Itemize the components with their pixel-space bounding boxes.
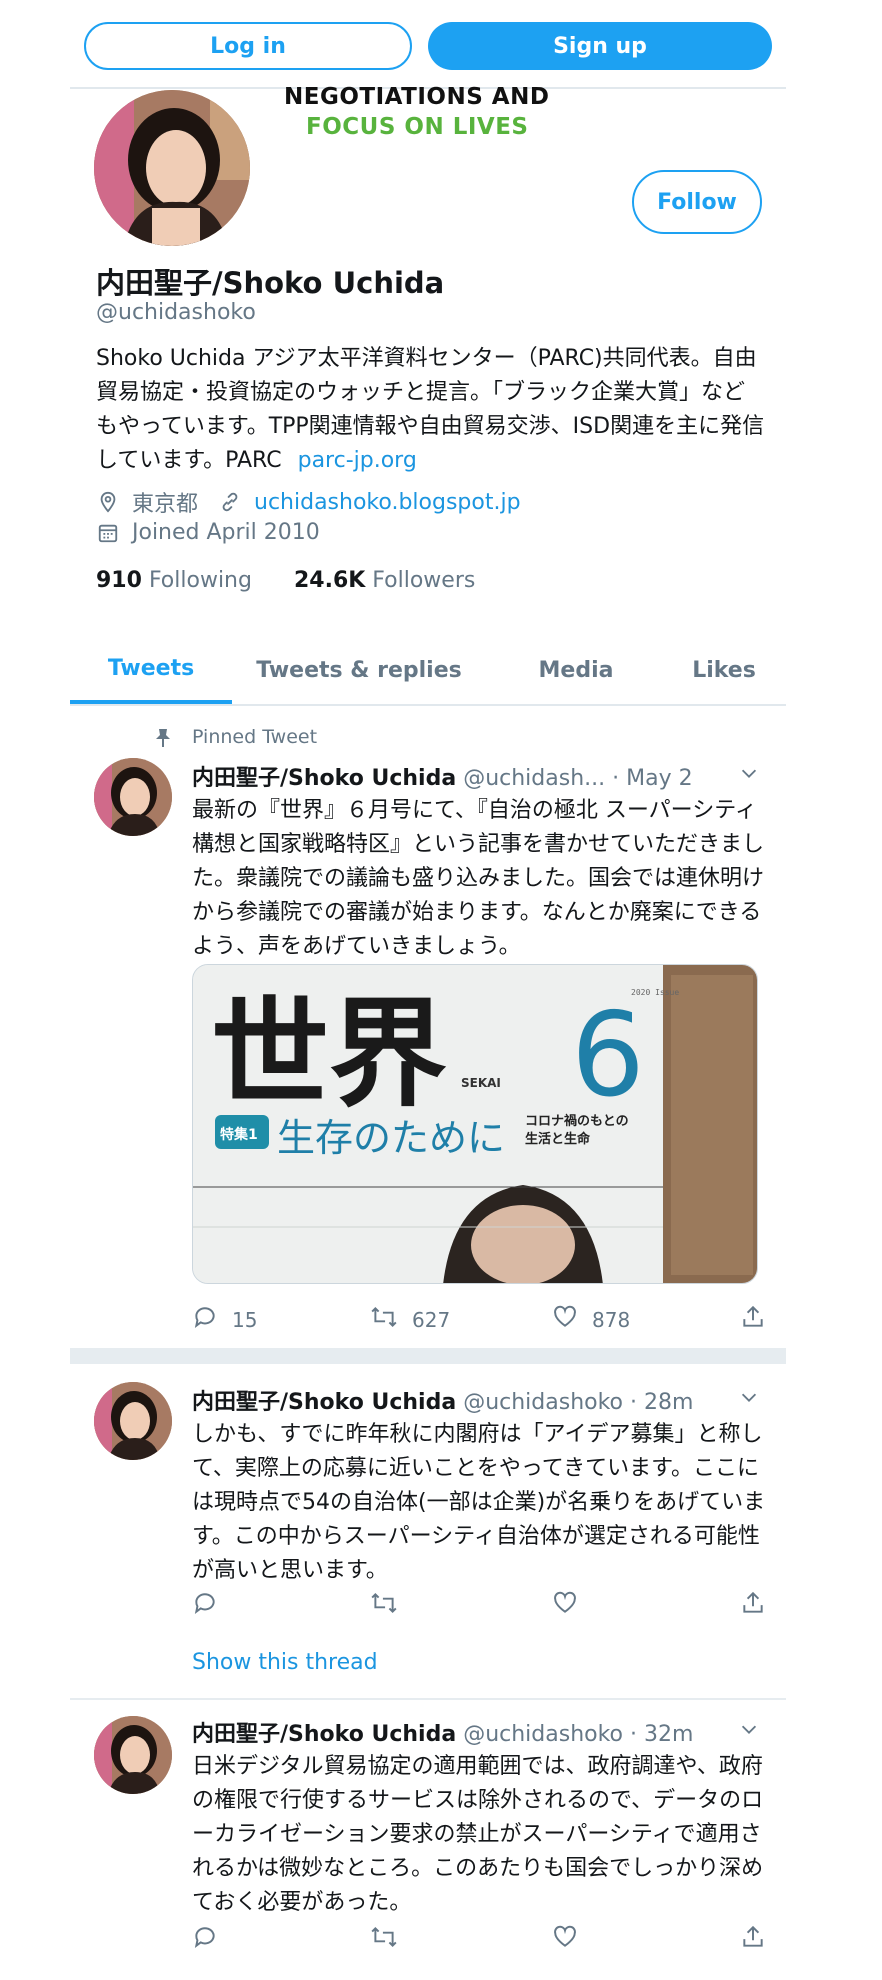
retweet-icon xyxy=(370,1304,412,1335)
profile-joined: Joined April 2010 xyxy=(132,520,320,545)
tweet-avatar[interactable] xyxy=(94,1382,172,1460)
like-button[interactable] xyxy=(552,1590,592,1621)
profile-avatar[interactable] xyxy=(94,90,250,246)
tweet-avatar[interactable] xyxy=(94,1716,172,1794)
calendar-icon xyxy=(96,521,120,545)
follow-button[interactable]: Follow xyxy=(632,170,762,234)
feature-badge: 特集1 xyxy=(220,1126,258,1143)
profile-name: 内田聖子/Shoko Uchida xyxy=(96,266,445,300)
reply-icon xyxy=(192,1590,232,1621)
login-button[interactable]: Log in xyxy=(84,22,412,70)
tweet-actions xyxy=(192,1590,772,1620)
retweet-button[interactable] xyxy=(370,1590,412,1621)
following-count: 910 xyxy=(96,568,142,593)
retweet-count: 627 xyxy=(412,1307,451,1332)
profile-tabs: Tweets Tweets & replies Media Likes xyxy=(70,636,786,706)
like-button[interactable] xyxy=(552,1924,592,1955)
like-icon xyxy=(552,1924,592,1955)
following-label: Following xyxy=(148,568,252,593)
tweet-media-image[interactable]: 2020 Issue 世界 6 SEKAI 特集1 生存のために コロナ禍のもと… xyxy=(192,964,758,1284)
tweet-actions: 15 627 878 xyxy=(192,1304,772,1334)
tweet-author-name[interactable]: 内田聖子/Shoko Uchida xyxy=(192,1390,456,1415)
followers-link[interactable]: 24.6K Followers xyxy=(294,568,475,593)
tweet-time[interactable]: · May 2 xyxy=(612,766,692,791)
magazine-title: 世界 xyxy=(211,984,447,1123)
tweet-author-handle: @uchidashoko xyxy=(463,1722,624,1747)
like-count: 878 xyxy=(592,1307,631,1332)
chevron-down-icon[interactable] xyxy=(738,762,762,786)
tweet-time[interactable]: · 28m xyxy=(630,1390,693,1415)
tweet-text: しかも、すでに昨年秋に内閣府は「アイデア募集」と称して、実際上の応募に近いことを… xyxy=(192,1422,766,1583)
like-button[interactable]: 878 xyxy=(552,1304,630,1335)
retweet-button[interactable]: 627 xyxy=(370,1304,450,1335)
tab-tweets[interactable]: Tweets xyxy=(70,636,232,704)
location-icon xyxy=(96,490,120,514)
tweet-author-handle: @uchidashoko xyxy=(463,1390,624,1415)
bio-link[interactable]: parc-jp.org xyxy=(298,448,417,473)
banner-text-line2: FOCUS ON LIVES xyxy=(306,114,529,140)
share-button[interactable] xyxy=(740,1590,780,1621)
tweet-header: 内田聖子/Shoko Uchida @uchidash... · May 2 xyxy=(192,760,693,792)
profile-website-link[interactable]: uchidashoko.blogspot.jp xyxy=(254,490,521,515)
auth-bar: Log in Sign up xyxy=(70,0,786,89)
retweet-button[interactable] xyxy=(370,1924,412,1955)
tweet-text: 最新の『世界』６月号にて、『自治の極北 スーパーシティ構想と国家戦略特区』という… xyxy=(192,798,765,959)
reply-button[interactable]: 15 xyxy=(192,1304,257,1335)
followers-label: Followers xyxy=(372,568,476,593)
link-icon xyxy=(218,490,242,514)
signup-button[interactable]: Sign up xyxy=(428,22,772,70)
profile-location: 東京都 xyxy=(132,492,199,517)
reply-count: 15 xyxy=(232,1307,258,1332)
feature-sub2: 生活と生命 xyxy=(525,1131,591,1147)
like-icon xyxy=(552,1304,592,1335)
profile-meta-row: 東京都 uchidashoko.blogspot.jp xyxy=(96,486,521,518)
tweet-actions xyxy=(192,1924,772,1954)
feature-sub1: コロナ禍のもとの xyxy=(525,1113,629,1129)
retweet-icon xyxy=(370,1924,412,1955)
tweet-header: 内田聖子/Shoko Uchida @uchidashoko · 32m xyxy=(192,1716,693,1748)
retweet-icon xyxy=(370,1590,412,1621)
bio-text: Shoko Uchida アジア太平洋資料センター（PARC)共同代表。自由貿易… xyxy=(96,346,765,473)
share-button[interactable] xyxy=(740,1304,780,1335)
tweet-avatar[interactable] xyxy=(94,758,172,836)
followers-count: 24.6K xyxy=(293,568,366,593)
tweet-author-name[interactable]: 内田聖子/Shoko Uchida xyxy=(192,1722,456,1747)
chevron-down-icon[interactable] xyxy=(738,1386,762,1410)
profile-bio: Shoko Uchida アジア太平洋資料センター（PARC)共同代表。自由貿易… xyxy=(96,342,766,478)
share-icon xyxy=(740,1590,780,1621)
share-button[interactable] xyxy=(740,1924,780,1955)
tab-likes[interactable]: Likes xyxy=(674,636,774,704)
tweet-text: 日米デジタル貿易協定の適用範囲では、政府調達や、政府の権限で行使するサービスは除… xyxy=(192,1754,764,1915)
tweet-separator xyxy=(70,1348,786,1364)
tab-tweets-replies[interactable]: Tweets & replies xyxy=(254,636,464,704)
chevron-down-icon[interactable] xyxy=(738,1718,762,1742)
timeline-column: Log in Sign up NEGOTIATIONS AND FOCUS ON… xyxy=(70,0,786,1980)
profile-counts: 910 Following 24.6K Followers xyxy=(96,568,475,593)
tweet-header: 内田聖子/Shoko Uchida @uchidashoko · 28m xyxy=(192,1384,693,1416)
share-icon xyxy=(740,1304,780,1335)
pin-icon xyxy=(154,728,172,752)
reply-button[interactable] xyxy=(192,1590,232,1621)
reply-icon xyxy=(192,1924,232,1955)
tweet-author-handle: @uchidash... xyxy=(463,766,606,791)
like-icon xyxy=(552,1590,592,1621)
pinned-label: Pinned Tweet xyxy=(192,726,318,748)
tweet-author-name[interactable]: 内田聖子/Shoko Uchida xyxy=(192,766,456,791)
reply-icon xyxy=(192,1304,232,1335)
magazine-brand: SEKAI xyxy=(461,1076,501,1090)
tweet-time[interactable]: · 32m xyxy=(630,1722,693,1747)
tab-media[interactable]: Media xyxy=(526,636,626,704)
banner-text-line1: NEGOTIATIONS AND xyxy=(284,84,550,110)
reply-button[interactable] xyxy=(192,1924,232,1955)
share-icon xyxy=(740,1924,780,1955)
profile-joined-row: Joined April 2010 xyxy=(96,520,320,545)
feature-title: 生存のために xyxy=(277,1116,505,1160)
tweet-separator xyxy=(70,1698,786,1700)
following-link[interactable]: 910 Following xyxy=(96,568,252,593)
profile-handle: @uchidashoko xyxy=(96,300,256,325)
magazine-issue-number: 6 xyxy=(571,988,645,1123)
show-thread-link[interactable]: Show this thread xyxy=(192,1650,378,1675)
